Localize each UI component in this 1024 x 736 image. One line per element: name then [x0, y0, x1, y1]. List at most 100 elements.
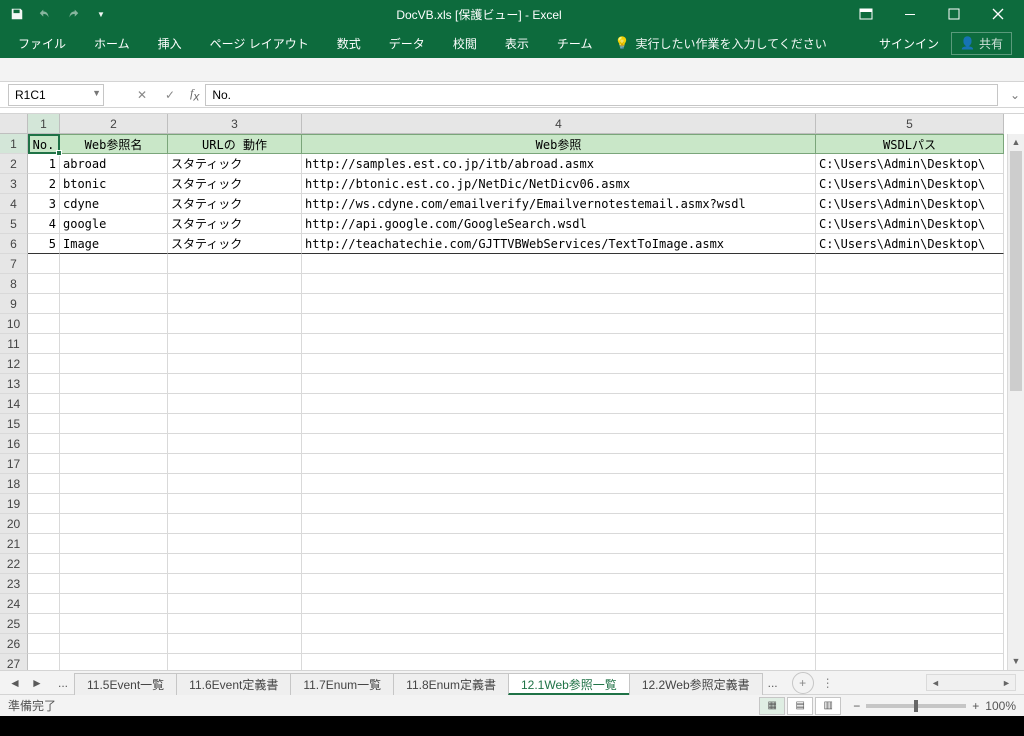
tab-page-layout[interactable]: ページ レイアウト [196, 28, 323, 58]
row-header[interactable]: 1 [0, 134, 28, 154]
minimize-icon[interactable] [888, 0, 932, 28]
scrollbar-thumb[interactable] [1010, 151, 1022, 391]
cell[interactable] [816, 514, 1004, 534]
column-header[interactable]: 3 [168, 114, 302, 134]
cell[interactable] [302, 354, 816, 374]
select-all-corner[interactable] [0, 114, 28, 134]
cell[interactable] [168, 554, 302, 574]
row-header[interactable]: 9 [0, 294, 28, 314]
row-header[interactable]: 10 [0, 314, 28, 334]
row-header[interactable]: 19 [0, 494, 28, 514]
cell[interactable] [816, 294, 1004, 314]
cell[interactable]: abroad [60, 154, 168, 174]
cell[interactable] [302, 634, 816, 654]
cell[interactable] [302, 274, 816, 294]
redo-icon[interactable] [60, 3, 86, 25]
cell[interactable]: Web参照 [302, 134, 816, 154]
sheet-tab[interactable]: 12.2Web参照定義書 [629, 673, 763, 695]
save-icon[interactable] [4, 3, 30, 25]
sheet-next-icon[interactable]: ► [28, 676, 46, 690]
cell[interactable] [168, 454, 302, 474]
cell[interactable] [302, 614, 816, 634]
cell[interactable] [302, 314, 816, 334]
cell[interactable] [28, 654, 60, 670]
cell[interactable]: btonic [60, 174, 168, 194]
cell[interactable] [168, 354, 302, 374]
vertical-scrollbar[interactable]: ▲ ▼ [1007, 134, 1024, 670]
column-header[interactable]: 4 [302, 114, 816, 134]
scroll-left-icon[interactable]: ◄ [927, 678, 944, 688]
cell[interactable] [816, 434, 1004, 454]
maximize-icon[interactable] [932, 0, 976, 28]
cancel-formula-icon[interactable]: ✕ [128, 84, 156, 106]
cell[interactable]: 2 [28, 174, 60, 194]
cell[interactable] [302, 334, 816, 354]
sheet-tab[interactable]: 11.7Enum一覧 [290, 673, 394, 695]
cell[interactable] [302, 474, 816, 494]
cell[interactable] [28, 594, 60, 614]
scroll-right-icon[interactable]: ► [998, 678, 1015, 688]
cell[interactable] [60, 314, 168, 334]
cell[interactable] [168, 614, 302, 634]
cell[interactable]: スタティック [168, 154, 302, 174]
cell[interactable] [60, 334, 168, 354]
row-header[interactable]: 21 [0, 534, 28, 554]
cell[interactable]: スタティック [168, 214, 302, 234]
tab-team[interactable]: チーム [543, 28, 607, 58]
cell[interactable] [168, 274, 302, 294]
cell[interactable] [28, 574, 60, 594]
cell[interactable]: スタティック [168, 194, 302, 214]
cell[interactable]: google [60, 214, 168, 234]
zoom-in-button[interactable]: + [972, 699, 979, 713]
row-header[interactable]: 4 [0, 194, 28, 214]
row-header[interactable]: 5 [0, 214, 28, 234]
cell[interactable] [168, 534, 302, 554]
cell[interactable] [302, 434, 816, 454]
qat-customize-icon[interactable]: ▼ [88, 3, 114, 25]
cell[interactable] [28, 394, 60, 414]
share-button[interactable]: 👤 共有 [951, 32, 1012, 55]
cell[interactable] [60, 454, 168, 474]
row-header[interactable]: 22 [0, 554, 28, 574]
cell[interactable] [60, 354, 168, 374]
cell[interactable]: 5 [28, 234, 60, 254]
cell[interactable] [28, 474, 60, 494]
cell[interactable] [28, 634, 60, 654]
cell[interactable] [28, 614, 60, 634]
cell[interactable] [60, 614, 168, 634]
cell[interactable] [816, 254, 1004, 274]
cell[interactable] [302, 374, 816, 394]
cell[interactable] [60, 634, 168, 654]
sheet-prev-icon[interactable]: ◄ [6, 676, 24, 690]
cell[interactable] [816, 374, 1004, 394]
cell[interactable] [28, 494, 60, 514]
cell[interactable] [168, 494, 302, 514]
tab-review[interactable]: 校閲 [439, 28, 491, 58]
column-header[interactable]: 2 [60, 114, 168, 134]
tab-home[interactable]: ホーム [80, 28, 144, 58]
view-page-layout-icon[interactable]: ▤ [787, 697, 813, 715]
cell[interactable] [28, 554, 60, 574]
cell[interactable] [28, 314, 60, 334]
row-header[interactable]: 26 [0, 634, 28, 654]
row-header[interactable]: 14 [0, 394, 28, 414]
cell[interactable] [28, 414, 60, 434]
tab-formulas[interactable]: 数式 [323, 28, 375, 58]
cell[interactable] [816, 394, 1004, 414]
name-box[interactable]: R1C1 ▼ [8, 84, 104, 106]
zoom-slider-thumb[interactable] [914, 700, 918, 712]
expand-formula-icon[interactable]: ⌄ [1006, 88, 1024, 102]
cell[interactable] [816, 274, 1004, 294]
fx-icon[interactable]: fx [190, 86, 199, 103]
cell[interactable] [168, 514, 302, 534]
row-header[interactable]: 8 [0, 274, 28, 294]
cell[interactable]: Image [60, 234, 168, 254]
close-icon[interactable] [976, 0, 1020, 28]
cell[interactable]: 3 [28, 194, 60, 214]
cell[interactable] [168, 594, 302, 614]
zoom-slider[interactable] [866, 704, 966, 708]
formula-input[interactable]: No. [205, 84, 998, 106]
cell[interactable]: 4 [28, 214, 60, 234]
row-header[interactable]: 12 [0, 354, 28, 374]
divider[interactable]: ⋮ [822, 676, 828, 690]
